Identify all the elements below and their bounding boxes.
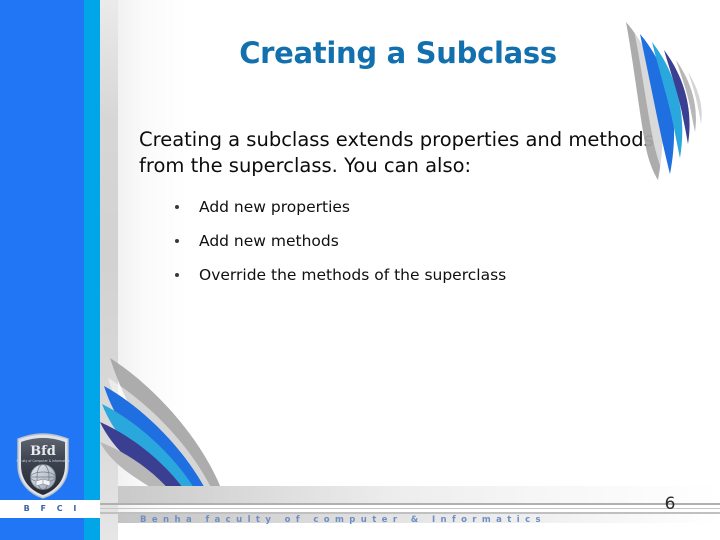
- sidebar-band-gray-sheen: [100, 0, 118, 540]
- list-item-label: Add new properties: [199, 198, 350, 216]
- university-logo: Bfd Faculty of Computer & Informatics: [16, 433, 70, 499]
- bullet-dot-icon: [175, 239, 179, 243]
- footer-bottom-strip: [118, 523, 720, 540]
- list-item-label: Override the methods of the superclass: [199, 266, 507, 284]
- body-paragraph-line-2: from the superclass. You can also:: [139, 153, 472, 177]
- list-item: Add new properties: [172, 190, 642, 224]
- page-number: 6: [664, 494, 676, 514]
- list-item-label: Add new methods: [199, 232, 339, 250]
- bullet-dot-icon: [175, 273, 179, 277]
- svg-text:Bfd: Bfd: [30, 444, 56, 459]
- logo-abbr-label: B F C I: [23, 504, 81, 513]
- bullet-list: Add new properties Add new methods Overr…: [172, 190, 642, 292]
- footer-rule-1: [0, 503, 720, 505]
- list-item: Add new methods: [172, 224, 642, 258]
- footer-institution-label: Benha faculty of computer & Informatics: [140, 515, 546, 525]
- footer-shade-top: [118, 486, 720, 503]
- body-paragraph: Creating a subclass extends properties a…: [139, 127, 659, 179]
- sidebar-band-cyan: [84, 0, 100, 540]
- slide-canvas: Bfd Faculty of Computer & Informatics Cr…: [0, 0, 720, 540]
- svg-text:Faculty of Computer & Informat: Faculty of Computer & Informatics: [16, 459, 69, 463]
- bullet-dot-icon: [175, 205, 179, 209]
- slide-title: Creating a Subclass: [239, 36, 557, 70]
- body-paragraph-line-1: Creating a subclass extends properties a…: [139, 128, 654, 151]
- footer-rule-2: [0, 508, 720, 509]
- list-item: Override the methods of the superclass: [172, 258, 642, 292]
